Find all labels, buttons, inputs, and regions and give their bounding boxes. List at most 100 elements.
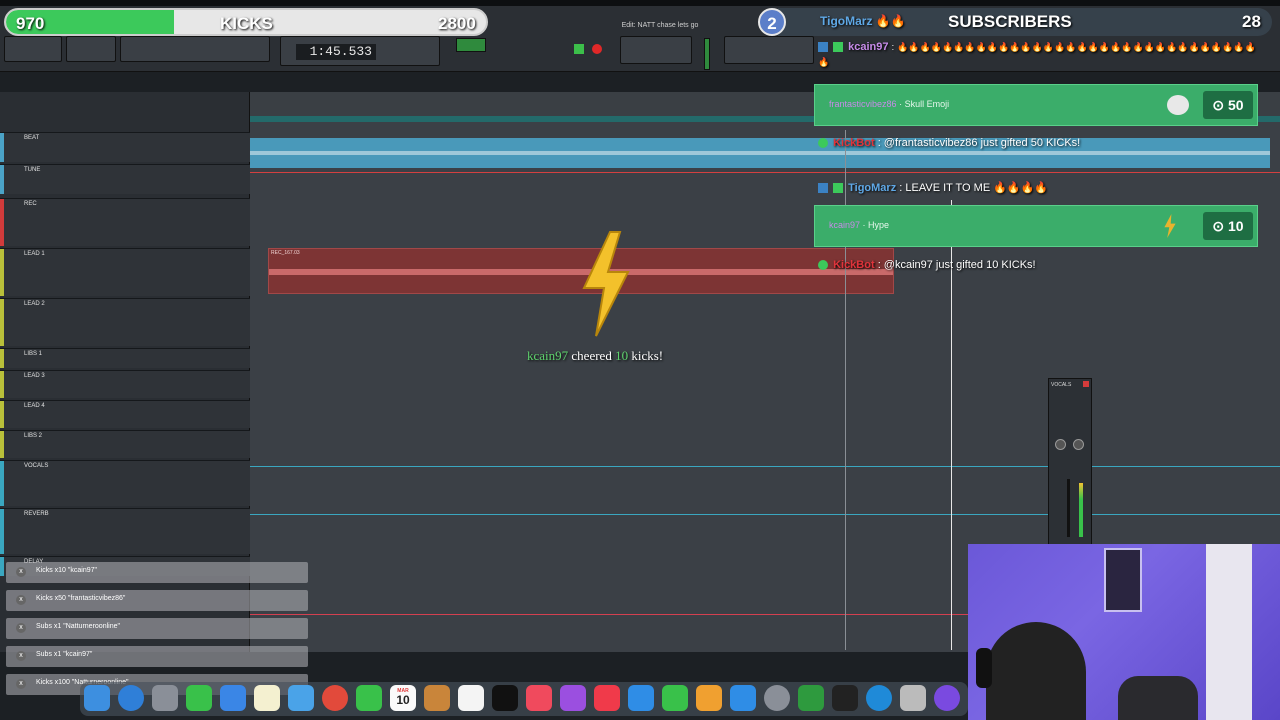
track-color: [0, 371, 4, 398]
volume-fader[interactable]: [1067, 479, 1070, 537]
track-row[interactable]: REC: [0, 198, 250, 246]
track-name[interactable]: LIBS 2: [24, 433, 42, 439]
grid-indicator[interactable]: [456, 38, 486, 52]
photos-icon[interactable]: [288, 685, 314, 711]
chrome-icon[interactable]: [322, 685, 348, 711]
close-icon[interactable]: [1083, 381, 1089, 387]
calendar-month: MAR: [397, 688, 409, 694]
launchpad-icon[interactable]: [152, 685, 178, 711]
mixer-strip-title: VOCALS: [1051, 382, 1072, 388]
system-settings-icon[interactable]: [764, 685, 790, 711]
track-name[interactable]: TUNE: [24, 167, 40, 173]
camera-icon[interactable]: [866, 685, 892, 711]
skull-icon: [1167, 95, 1189, 115]
track-row[interactable]: LIBS 2: [0, 430, 250, 458]
track-row[interactable]: REVERB: [0, 508, 250, 554]
chat-message: TigoMarz : LEAVE IT TO ME 🔥🔥🔥🔥: [818, 181, 1048, 194]
music-icon[interactable]: [526, 685, 552, 711]
recent-events-list: x Kicks x10 "kcain97" x Kicks x50 "frant…: [6, 562, 308, 702]
pro-tools-icon[interactable]: [798, 685, 824, 711]
track-row[interactable]: LEAD 2: [0, 298, 250, 346]
track-name[interactable]: BEAT: [24, 135, 39, 141]
cheer-alert: kcain97 cheered 10 kicks!: [527, 348, 663, 364]
apple-tv-icon[interactable]: [492, 685, 518, 711]
facetime-icon[interactable]: [356, 685, 382, 711]
track-row[interactable]: LIBS 1: [0, 348, 250, 368]
mail-icon[interactable]: [220, 685, 246, 711]
grid-nudge[interactable]: [724, 36, 814, 64]
finder-icon[interactable]: [84, 685, 110, 711]
app-store-icon[interactable]: [730, 685, 756, 711]
dismiss-icon[interactable]: x: [16, 567, 26, 577]
track-name[interactable]: LEAD 4: [24, 403, 45, 409]
track-row[interactable]: LEAD 4: [0, 400, 250, 428]
chat-text: : LEAVE IT TO ME 🔥🔥🔥🔥: [899, 182, 1048, 194]
files-icon[interactable]: [424, 685, 450, 711]
kicks-goal-bar: 970 KICKS 2800: [4, 8, 488, 36]
dismiss-icon[interactable]: x: [16, 595, 26, 605]
chat-text: 🔥🔥🔥🔥🔥🔥🔥🔥🔥🔥🔥🔥🔥🔥🔥🔥🔥🔥🔥🔥🔥🔥🔥🔥🔥🔥🔥🔥🔥🔥🔥🔥: [897, 42, 1256, 52]
track-color: [0, 299, 4, 346]
pan-knob-left[interactable]: [1055, 439, 1066, 450]
chat-message-top-cont: 🔥: [818, 57, 830, 67]
pan-knob-right[interactable]: [1073, 439, 1084, 450]
news-icon[interactable]: [594, 685, 620, 711]
cheer-count: 10: [615, 348, 629, 363]
track-name[interactable]: REC: [24, 201, 37, 207]
track-row[interactable]: LEAD 1: [0, 248, 250, 296]
dismiss-icon[interactable]: x: [16, 679, 26, 689]
play-button[interactable]: [574, 44, 584, 54]
dismiss-icon[interactable]: x: [16, 623, 26, 633]
track-row[interactable]: VOCALS: [0, 460, 250, 506]
gift-card-text: frantasticvibez86 · Skull Emoji: [829, 99, 950, 109]
calendar-icon[interactable]: MAR 10: [390, 685, 416, 711]
gift-item: Skull Emoji: [904, 99, 950, 109]
gift-amount-badge: ⊙ 50: [1203, 91, 1253, 119]
keynote-icon[interactable]: [628, 685, 654, 711]
event-row[interactable]: x Subs x1 "Natturneroonline": [6, 618, 308, 639]
beat-audio-clip[interactable]: [250, 138, 1270, 168]
dismiss-icon[interactable]: x: [16, 651, 26, 661]
track-name[interactable]: VOCALS: [24, 463, 48, 469]
reminders-icon[interactable]: [458, 685, 484, 711]
chat-message: KickBot : @kcain97 just gifted 10 KICKs!: [818, 259, 1036, 271]
messages-icon[interactable]: [186, 685, 212, 711]
gift-amount: 10: [1228, 218, 1244, 234]
track-row[interactable]: LEAD 3: [0, 370, 250, 398]
track-name[interactable]: LIBS 1: [24, 351, 42, 357]
tempo-display: [620, 36, 692, 64]
gift-item: Hype: [868, 220, 890, 230]
track-name[interactable]: REVERB: [24, 511, 49, 517]
numbers-icon[interactable]: [662, 685, 688, 711]
track-row[interactable]: BEAT: [0, 132, 250, 162]
podcasts-icon[interactable]: [560, 685, 586, 711]
subs-ticker: TigoMarz 🔥🔥: [820, 14, 906, 28]
track-name[interactable]: LEAD 1: [24, 251, 45, 257]
edit-modes[interactable]: [66, 36, 116, 62]
ilok-icon[interactable]: [832, 685, 858, 711]
subs-ticker-emoji: 🔥🔥: [875, 14, 906, 28]
utility-icon[interactable]: [900, 685, 926, 711]
track-name[interactable]: LEAD 2: [24, 301, 45, 307]
track-color: [0, 165, 4, 194]
track-color: [0, 509, 4, 554]
track-row[interactable]: TUNE: [0, 164, 250, 194]
safari-icon[interactable]: [118, 685, 144, 711]
master-meter: [704, 38, 710, 70]
verified-icon: [833, 42, 844, 53]
webcam-feed: [968, 544, 1280, 720]
track-name[interactable]: LEAD 3: [24, 373, 45, 379]
zoom-controls[interactable]: [4, 36, 62, 62]
event-row[interactable]: x Subs x1 "kcain97": [6, 646, 308, 667]
edit-tools[interactable]: [120, 36, 270, 62]
notes-icon[interactable]: [254, 685, 280, 711]
subs-ticker-user: TigoMarz: [820, 14, 873, 28]
pages-icon[interactable]: [696, 685, 722, 711]
verified-icon: [833, 183, 844, 194]
event-row[interactable]: x Kicks x10 "kcain97": [6, 562, 308, 583]
floating-mixer-strip[interactable]: VOCALS: [1048, 378, 1092, 546]
event-row[interactable]: x Kicks x50 "frantasticvibez86": [6, 590, 308, 611]
event-label: Kicks x10 "kcain97": [36, 567, 97, 574]
record-button[interactable]: [592, 44, 602, 54]
arc-icon[interactable]: [934, 685, 960, 711]
